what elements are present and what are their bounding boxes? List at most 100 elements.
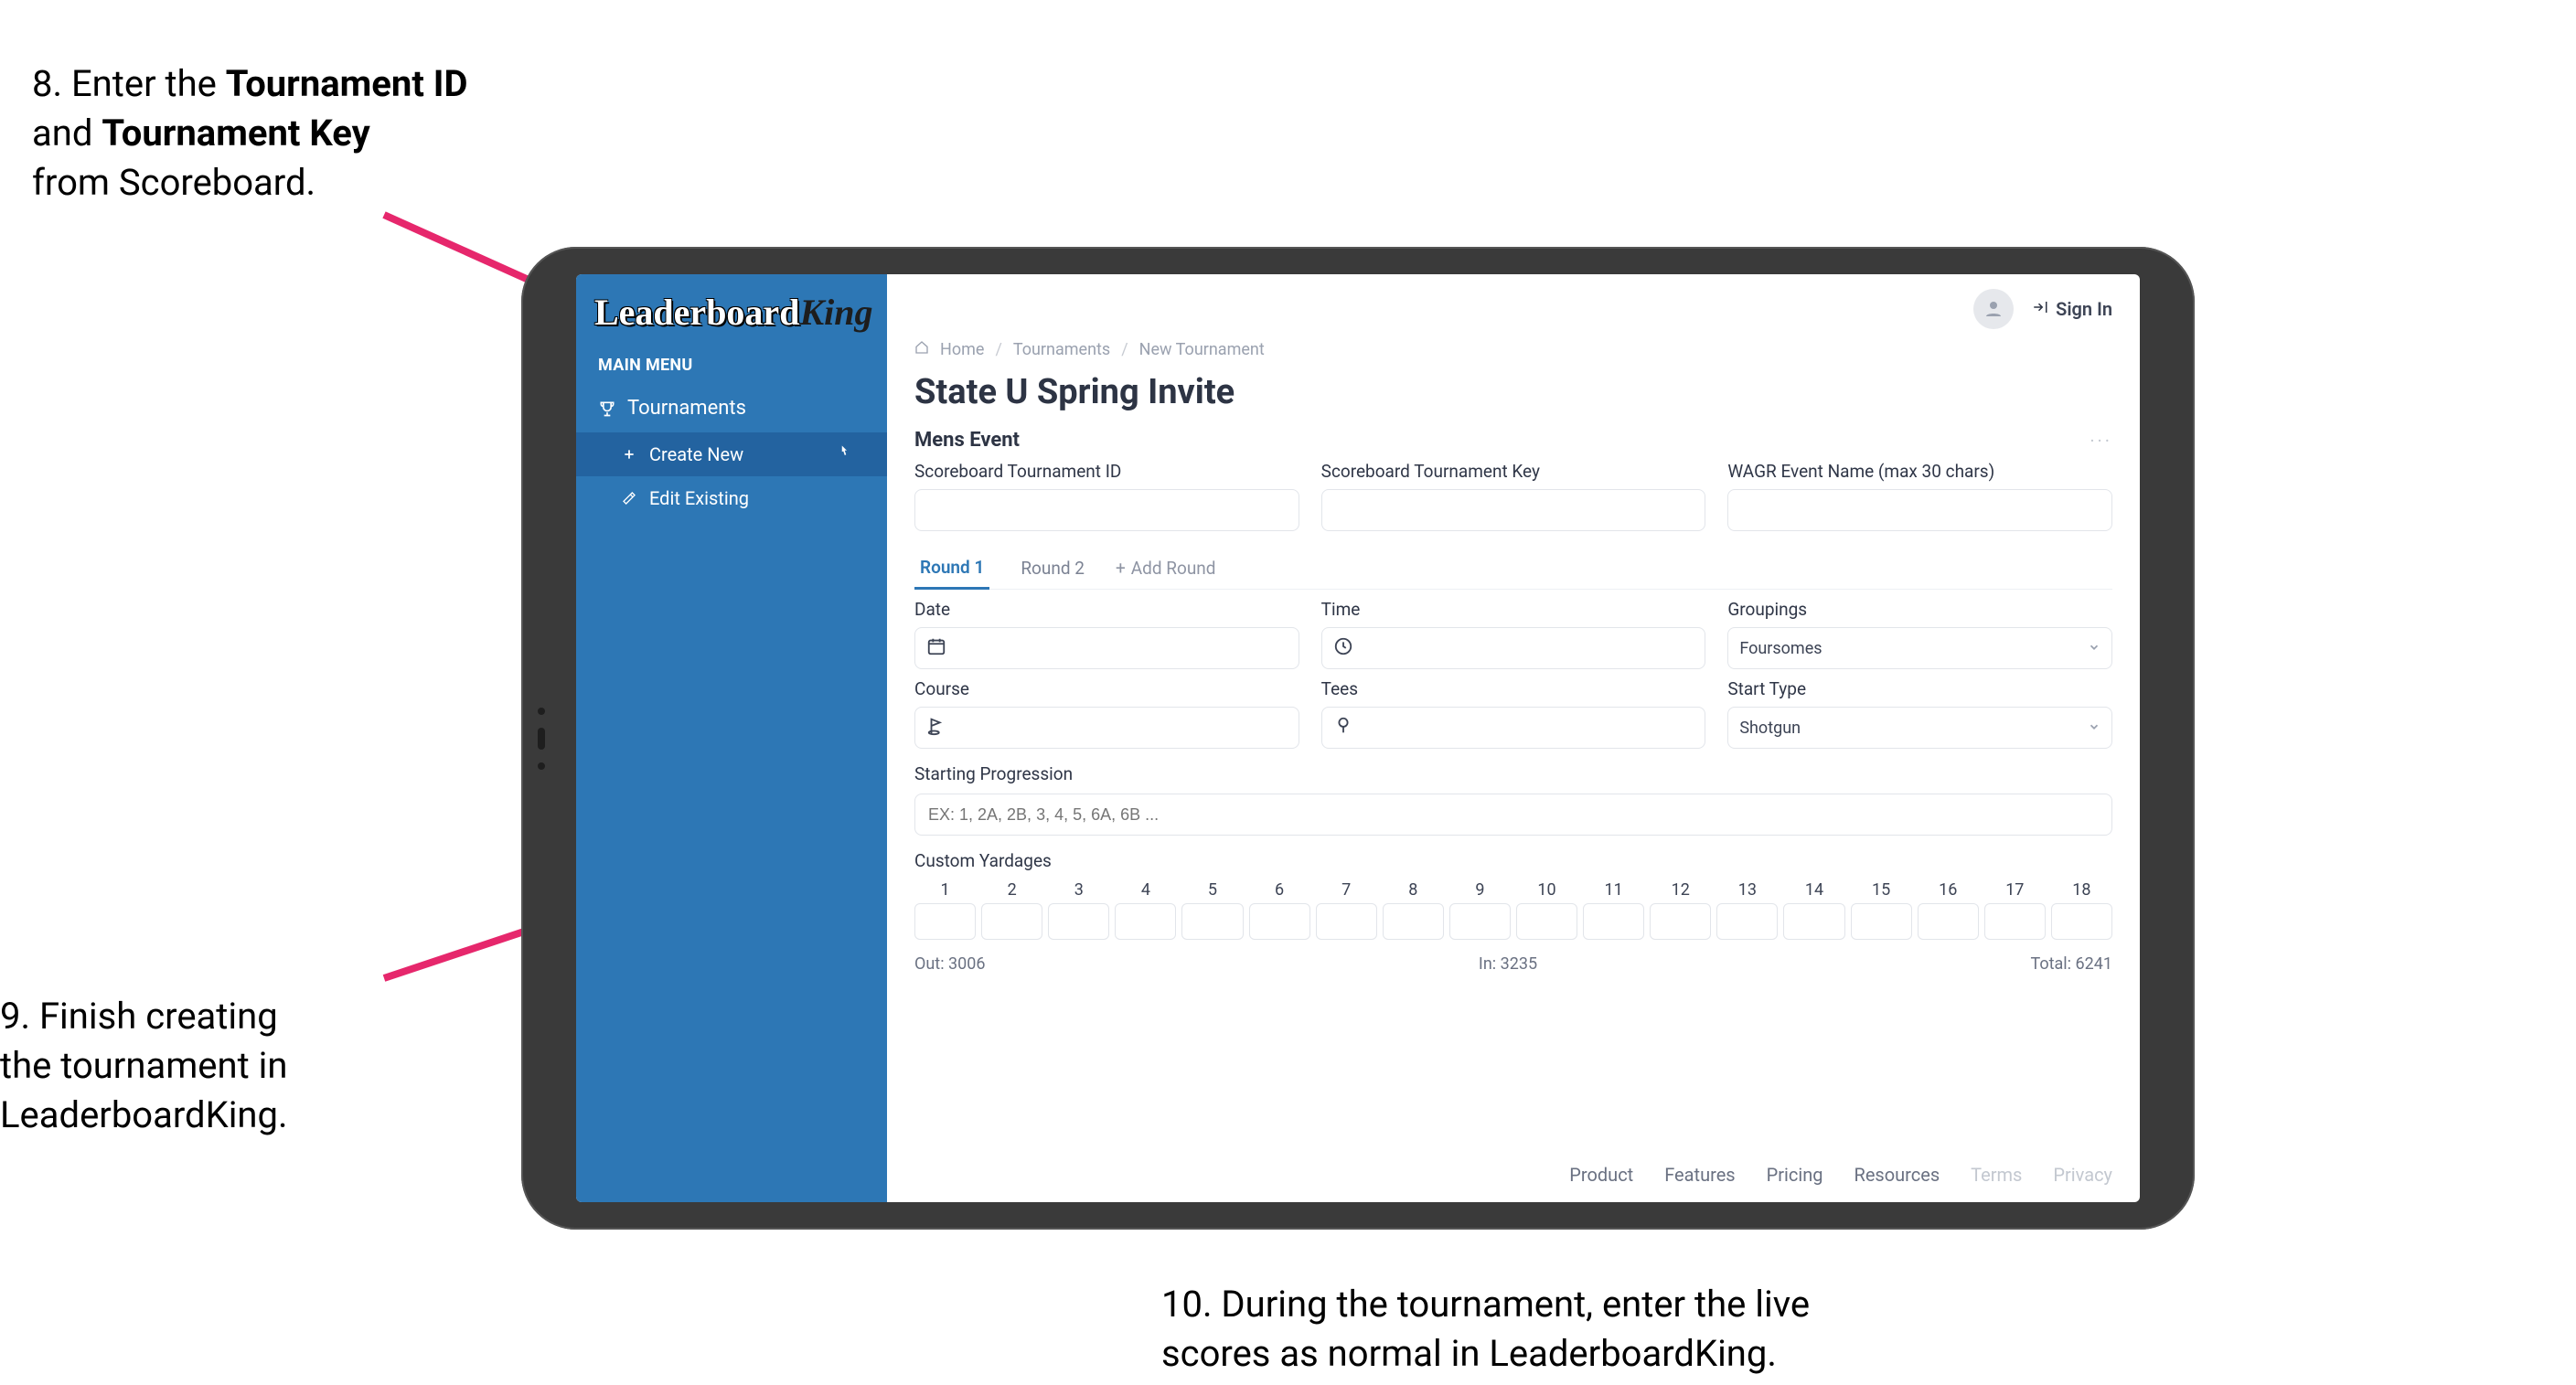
field-course: Course [914,678,1299,749]
input-starting-progression[interactable] [914,794,2112,836]
label-course: Course [914,678,1299,699]
avatar[interactable] [1973,289,2014,329]
yardage-hole-number: 4 [1141,880,1150,900]
tab-round2[interactable]: Round 2 [1015,549,1090,588]
label-wagr: WAGR Event Name (max 30 chars) [1727,461,2112,482]
yardage-hole-number: 14 [1805,880,1823,900]
yardage-hole-number: 8 [1408,880,1417,900]
sidebar-sub-create-new[interactable]: Create New [576,432,887,476]
footer-privacy[interactable]: Privacy [2053,1164,2112,1186]
add-round-label: Add Round [1131,558,1216,579]
select-groupings-value: Foursomes [1739,639,1822,658]
logo-text: LeaderboardKing [594,292,872,333]
yardage-hole-input[interactable] [1516,903,1577,940]
field-wagr: WAGR Event Name (max 30 chars) [1727,461,2112,531]
sidebar-sub-edit-existing[interactable]: Edit Existing [576,476,887,520]
page-title: State U Spring Invite [914,372,2112,412]
flag-icon [926,716,946,740]
yardage-hole-number: 6 [1275,880,1284,900]
yardage-hole-number: 17 [2005,880,2024,900]
label-start-type: Start Type [1727,678,2112,699]
yardage-hole-input[interactable] [1583,903,1644,940]
yardage-hole: 15 [1851,880,1912,940]
yardage-hole: 5 [1181,880,1243,940]
yardage-hole: 17 [1984,880,2046,940]
yardage-total: Total: 6241 [2030,954,2112,974]
yardage-hole-input[interactable] [1181,903,1243,940]
clock-icon [1333,636,1353,661]
sign-in-button[interactable]: Sign In [2032,298,2112,320]
yardage-hole-number: 5 [1208,880,1217,900]
field-start-type: Start Type Shotgun [1727,678,2112,749]
yardage-hole: 18 [2051,880,2112,940]
breadcrumb-home[interactable]: Home [940,340,984,359]
plus-icon [620,445,638,463]
yardage-hole: 3 [1048,880,1109,940]
input-scoreboard-key[interactable] [1321,489,1706,531]
sidebar-item-tournaments[interactable]: Tournaments [576,384,887,432]
yardage-hole-input[interactable] [1783,903,1844,940]
yardage-hole-input[interactable] [1048,903,1109,940]
yardage-hole-number: 12 [1672,880,1690,900]
footer-product[interactable]: Product [1569,1164,1633,1186]
sign-in-label: Sign In [2056,298,2112,320]
yardage-hole-input[interactable] [2051,903,2112,940]
yardage-in: In: 3235 [1479,954,1537,974]
yardage-hole: 1 [914,880,976,940]
yardage-hole-input[interactable] [1851,903,1912,940]
breadcrumb-sep: / [995,340,1001,359]
footer-features[interactable]: Features [1664,1164,1735,1186]
input-date[interactable] [914,627,1299,669]
yardage-hole-input[interactable] [1383,903,1444,940]
yardage-hole-input[interactable] [1984,903,2046,940]
label-scoreboard-key: Scoreboard Tournament Key [1321,461,1706,482]
yardage-hole: 6 [1249,880,1310,940]
yardage-hole-input[interactable] [1650,903,1711,940]
yardage-hole: 10 [1516,880,1577,940]
input-wagr[interactable] [1727,489,2112,531]
input-tees[interactable] [1321,707,1706,749]
select-start-type[interactable]: Shotgun [1727,707,2112,749]
tab-round1[interactable]: Round 1 [914,548,989,590]
field-date: Date [914,599,1299,669]
yardage-hole-number: 2 [1008,880,1017,900]
section-title: Mens Event [914,429,1020,452]
yardage-hole-input[interactable] [981,903,1042,940]
yardage-row: 123456789101112131415161718 [914,880,2112,940]
yardage-hole-input[interactable] [1316,903,1377,940]
yardage-hole-input[interactable] [1918,903,1979,940]
breadcrumb-tournaments[interactable]: Tournaments [1013,340,1110,359]
select-groupings[interactable]: Foursomes [1727,627,2112,669]
label-scoreboard-id: Scoreboard Tournament ID [914,461,1299,482]
yardage-hole-number: 18 [2072,880,2090,900]
label-date: Date [914,599,1299,620]
yardage-hole-input[interactable] [1449,903,1511,940]
yardage-hole-input[interactable] [1716,903,1778,940]
home-icon[interactable] [914,340,929,359]
yardage-summary: Out: 3006 In: 3235 Total: 6241 [914,954,2112,974]
section-menu-button[interactable]: ··· [2090,430,2112,452]
footer-pricing[interactable]: Pricing [1767,1164,1823,1186]
yardage-hole: 2 [981,880,1042,940]
yardage-hole-number: 1 [940,880,949,900]
plus-icon: + [1116,558,1126,579]
footer: Product Features Pricing Resources Terms… [887,1151,2140,1202]
tablet-frame: LeaderboardKing MAIN MENU Tournaments Cr… [521,247,2195,1230]
logo: LeaderboardKing [576,274,887,345]
footer-terms[interactable]: Terms [1971,1164,2022,1186]
label-starting-progression: Starting Progression [914,763,2112,784]
yardage-hole-input[interactable] [1249,903,1310,940]
input-scoreboard-id[interactable] [914,489,1299,531]
input-time[interactable] [1321,627,1706,669]
input-course[interactable] [914,707,1299,749]
round-tabs: Round 1 Round 2 + Add Round [914,548,2112,590]
yardage-hole-number: 16 [1939,880,1957,900]
yardage-hole-input[interactable] [914,903,976,940]
footer-resources[interactable]: Resources [1855,1164,1940,1186]
tablet-hardware-dots [538,708,545,770]
yardage-hole-input[interactable] [1115,903,1176,940]
cursor-pointer-icon [836,444,852,465]
tablet-screen: LeaderboardKing MAIN MENU Tournaments Cr… [576,274,2140,1202]
yardage-hole: 12 [1650,880,1711,940]
add-round-button[interactable]: + Add Round [1116,558,1216,579]
